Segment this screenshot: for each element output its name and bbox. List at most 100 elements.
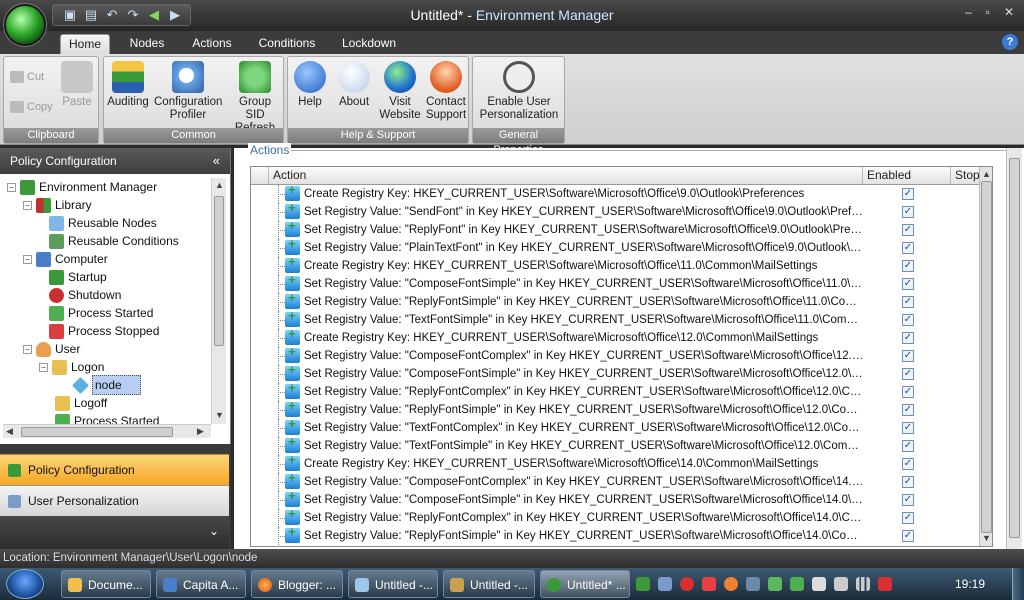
volume-muted-icon[interactable] [878, 577, 892, 591]
table-row[interactable]: + Set Registry Value: "SendFont" in Key H… [251, 200, 992, 221]
grid-vertical-scrollbar[interactable]: ▲ ▼ [979, 167, 992, 546]
table-row[interactable]: + Create Registry Key: HKEY_CURRENT_USER\… [251, 254, 992, 275]
tree-node-environment-manager[interactable]: − Environment Manager [7, 178, 157, 196]
close-button[interactable]: ✕ [1004, 5, 1014, 19]
table-row[interactable]: + Set Registry Value: "ReplyFontComplex" … [251, 380, 992, 401]
sync-icon[interactable] [790, 577, 804, 591]
tree-node-process-started[interactable]: Process Started [49, 304, 153, 322]
power-plug-icon[interactable] [834, 577, 848, 591]
restore-button[interactable]: ▫ [986, 5, 990, 19]
tree-node-user[interactable]: − User [23, 340, 80, 358]
start-button[interactable] [6, 569, 44, 599]
enabled-checkbox[interactable]: ✓ [902, 422, 914, 434]
enabled-checkbox[interactable]: ✓ [902, 350, 914, 362]
tab-home[interactable]: Home [60, 34, 110, 54]
taskbar-item-documents[interactable]: Docume... [61, 570, 151, 598]
tree-node-startup[interactable]: Startup [49, 268, 107, 286]
tree-vertical-scrollbar[interactable]: ▲ ▼ [211, 178, 226, 424]
main-vertical-scrollbar[interactable] [1006, 148, 1022, 549]
contact-support-button[interactable]: Contact Support [424, 61, 468, 122]
collapse-toggle-icon[interactable]: − [39, 362, 48, 372]
tab-conditions[interactable]: Conditions [254, 34, 320, 54]
network-drive-icon[interactable] [658, 577, 672, 591]
tree-node-node[interactable]: node [72, 375, 141, 395]
taskbar-item-untitled-2[interactable]: Untitled -... [443, 570, 535, 598]
taskbar-item-environment-manager[interactable]: Untitled* ... [540, 570, 630, 598]
enabled-checkbox[interactable]: ✓ [902, 440, 914, 452]
taskbar-item-untitled-1[interactable]: Untitled -... [348, 570, 438, 598]
table-row[interactable]: + Set Registry Value: "ReplyFontComplex" … [251, 506, 992, 527]
enabled-checkbox[interactable]: ✓ [902, 278, 914, 290]
table-row[interactable]: + Set Registry Value: "PlainTextFont" in … [251, 236, 992, 257]
tree-node-process-stopped[interactable]: Process Stopped [49, 322, 159, 340]
enabled-checkbox[interactable]: ✓ [902, 224, 914, 236]
table-row[interactable]: + Set Registry Value: "ComposeFontComplex… [251, 344, 992, 365]
visit-website-button[interactable]: Visit Website [378, 61, 422, 122]
table-row[interactable]: + Create Registry Key: HKEY_CURRENT_USER\… [251, 452, 992, 473]
scroll-up-icon[interactable]: ▲ [215, 180, 224, 190]
scroll-thumb[interactable] [21, 427, 173, 437]
scroll-thumb[interactable] [1009, 158, 1020, 538]
collapse-toggle-icon[interactable]: − [23, 254, 32, 264]
table-row[interactable]: + Set Registry Value: "ComposeFontSimple"… [251, 362, 992, 383]
auditing-button[interactable]: Auditing [106, 61, 150, 109]
scroll-right-icon[interactable]: ▶ [197, 426, 204, 437]
connection-icon[interactable] [768, 577, 782, 591]
table-row[interactable]: + Set Registry Value: "TextFontSimple" in… [251, 308, 992, 329]
media-icon[interactable] [746, 577, 760, 591]
cut-button[interactable]: Cut [10, 71, 44, 83]
table-row[interactable]: + Set Registry Value: "ReplyFontSimple" i… [251, 398, 992, 419]
table-row[interactable]: + Create Registry Key: HKEY_CURRENT_USER\… [251, 326, 992, 347]
enabled-checkbox[interactable]: ✓ [902, 314, 914, 326]
tree-node-computer[interactable]: − Computer [23, 250, 108, 268]
table-row[interactable]: + Set Registry Value: "ReplyFontSimple" i… [251, 524, 992, 545]
user-personalization-nav-button[interactable]: User Personalization [0, 485, 229, 516]
group-sid-refresh-button[interactable]: Group SIDRefresh [228, 61, 282, 135]
show-desktop-button[interactable] [1012, 568, 1024, 600]
flag-icon[interactable] [812, 577, 826, 591]
tree-node-process-started-user[interactable]: Process Started [55, 412, 159, 424]
scroll-left-icon[interactable]: ◀ [6, 426, 13, 437]
scroll-up-icon[interactable]: ▲ [982, 169, 991, 179]
help-icon[interactable]: ? [1002, 34, 1018, 50]
scroll-down-icon[interactable]: ▼ [215, 410, 224, 420]
configuration-profiler-button[interactable]: Configuration Profiler [154, 61, 222, 122]
enable-user-personalization-button[interactable]: Enable User Personalization [475, 61, 563, 122]
table-row[interactable]: + Set Registry Value: "ComposeFontSimple"… [251, 272, 992, 293]
tab-nodes[interactable]: Nodes [122, 34, 172, 54]
taskbar-item-capita[interactable]: Capita A... [156, 570, 246, 598]
about-button[interactable]: About [334, 61, 374, 109]
tree-node-library[interactable]: − Library [23, 196, 92, 214]
signal-icon[interactable] [856, 577, 870, 591]
more-buttons-chevron-icon[interactable]: ⌄ [0, 516, 229, 549]
table-row[interactable]: + Set Registry Value: "TextFontSimple" in… [251, 434, 992, 455]
tab-actions[interactable]: Actions [184, 34, 240, 54]
collapse-toggle-icon[interactable]: − [23, 200, 32, 210]
enabled-checkbox[interactable]: ✓ [902, 188, 914, 200]
enabled-checkbox[interactable]: ✓ [902, 242, 914, 254]
enabled-checkbox[interactable]: ✓ [902, 476, 914, 488]
table-row[interactable]: + Set Registry Value: "ReplyFontSimple" i… [251, 290, 992, 311]
scroll-down-icon[interactable]: ▼ [982, 533, 991, 543]
update-icon[interactable] [724, 577, 738, 591]
policy-configuration-nav-button[interactable]: Policy Configuration [0, 454, 229, 485]
enabled-checkbox[interactable]: ✓ [902, 494, 914, 506]
enabled-checkbox[interactable]: ✓ [902, 458, 914, 470]
minimize-button[interactable]: – [965, 5, 972, 19]
help-button[interactable]: Help [290, 61, 330, 109]
column-header-action[interactable]: Action [269, 167, 863, 184]
antivirus-icon[interactable] [702, 577, 716, 591]
enabled-checkbox[interactable]: ✓ [902, 386, 914, 398]
table-row[interactable]: + Set Registry Value: "TextFontComplex" i… [251, 416, 992, 437]
table-row[interactable]: + Set Registry Value: "ReplyFont" in Key … [251, 218, 992, 239]
tree-horizontal-scrollbar[interactable]: ◀ ▶ [3, 424, 211, 438]
scroll-thumb[interactable] [981, 181, 992, 533]
enabled-checkbox[interactable]: ✓ [902, 404, 914, 416]
scroll-thumb[interactable] [214, 196, 224, 346]
enabled-checkbox[interactable]: ✓ [902, 260, 914, 272]
column-header-enabled[interactable]: Enabled [863, 167, 951, 184]
table-row[interactable]: + Set Registry Value: "ComposeFontComplex… [251, 470, 992, 491]
application-orb-button[interactable] [4, 4, 46, 46]
collapse-icon[interactable]: « [213, 148, 220, 174]
enabled-checkbox[interactable]: ✓ [902, 332, 914, 344]
